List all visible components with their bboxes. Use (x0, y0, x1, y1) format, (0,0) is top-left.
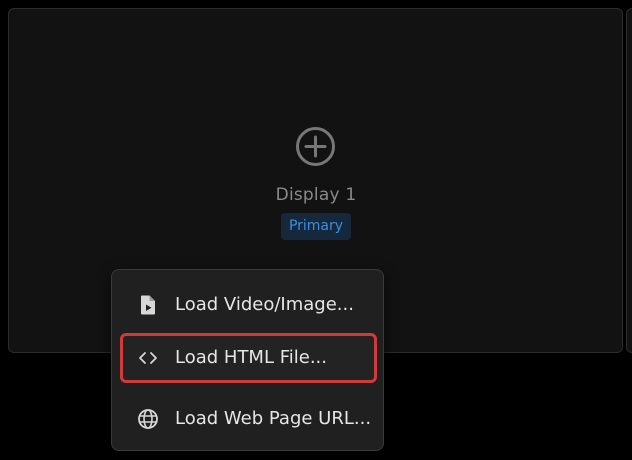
menu-item-load-web-page-url[interactable]: Load Web Page URL... (120, 394, 377, 444)
file-media-icon (141, 295, 155, 315)
menu-item-label: Load Web Page URL... (175, 408, 372, 429)
plus-circle-icon[interactable] (295, 126, 336, 167)
menu-item-load-html-file[interactable]: Load HTML File... (120, 333, 377, 383)
app-stage: Display 1 Primary Load Video/Image... Lo… (0, 0, 632, 460)
code-icon (139, 352, 157, 364)
primary-badge: Primary (281, 213, 351, 240)
next-display-card-edge[interactable] (626, 8, 632, 353)
context-menu: Load Video/Image... Load HTML File... Lo… (111, 269, 384, 451)
globe-icon (138, 409, 158, 429)
menu-item-load-video-image[interactable]: Load Video/Image... (120, 280, 377, 330)
menu-item-label: Load HTML File... (175, 347, 327, 368)
display-name: Display 1 (275, 185, 357, 205)
menu-item-label: Load Video/Image... (175, 294, 354, 315)
